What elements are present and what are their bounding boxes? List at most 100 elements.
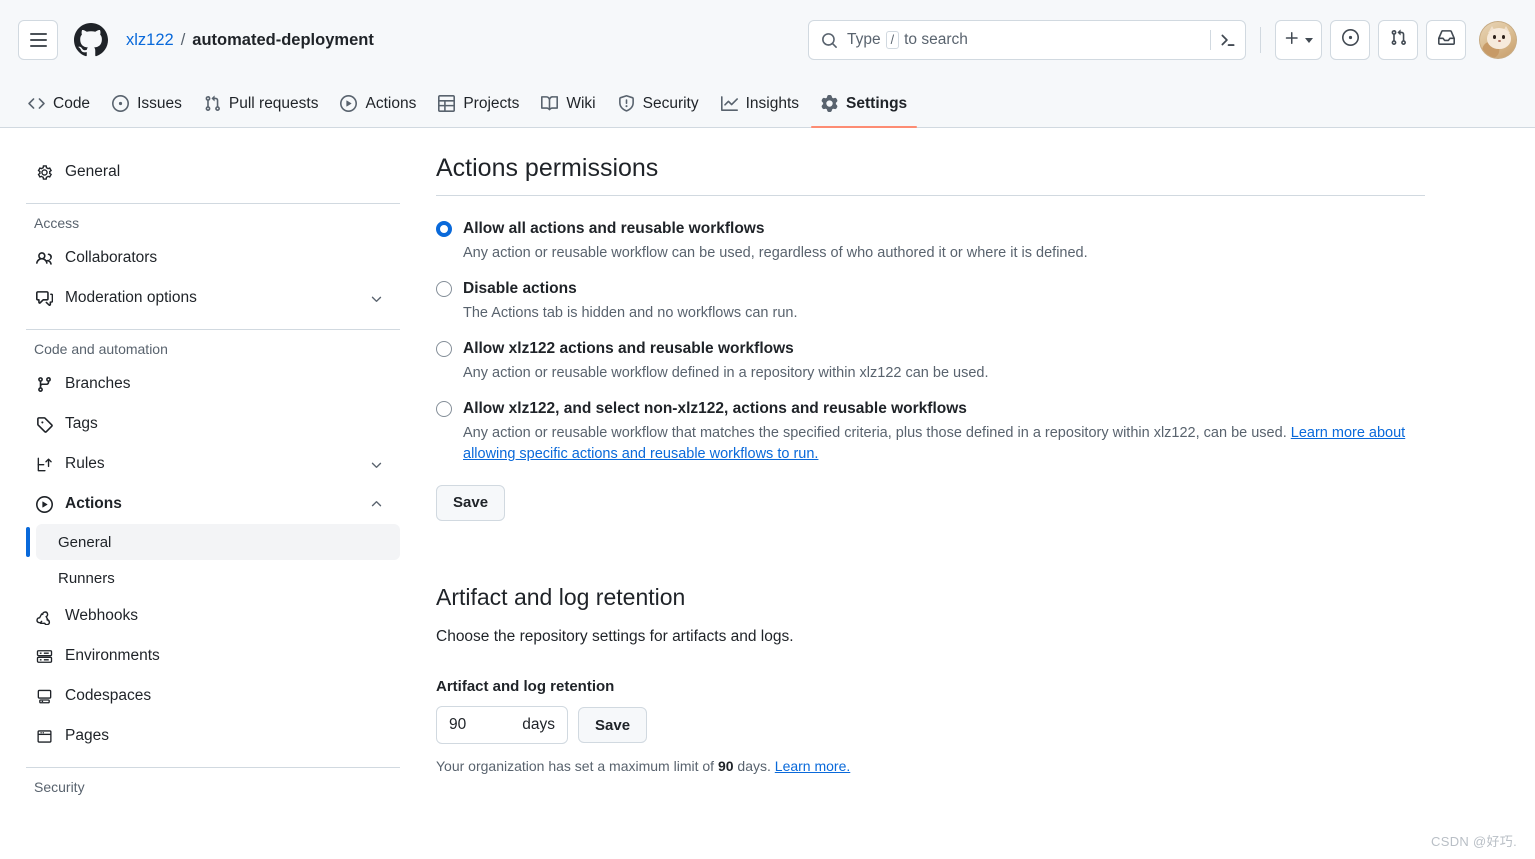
tab-actions[interactable]: Actions xyxy=(330,80,426,127)
breadcrumb-repo[interactable]: automated-deployment xyxy=(192,31,374,50)
radio-allow-select-label: Allow xlz122, and select non-xlz122, act… xyxy=(463,399,967,417)
table-icon xyxy=(438,95,456,112)
settings-sidebar: General Access Collaborators Moderation … xyxy=(0,152,400,858)
permission-option-disable[interactable]: Disable actions xyxy=(436,278,1425,300)
sidebar-item-branches[interactable]: Branches xyxy=(26,364,400,404)
tab-security[interactable]: Security xyxy=(608,80,709,127)
tab-issues[interactable]: Issues xyxy=(102,80,192,127)
retention-note: Your organization has set a maximum limi… xyxy=(436,756,1425,776)
radio-disable-actions-label: Disable actions xyxy=(463,279,577,297)
play-icon xyxy=(340,95,358,112)
terminal-icon[interactable] xyxy=(1219,31,1237,49)
issue-opened-icon xyxy=(1341,29,1359,51)
radio-disable-actions-description: The Actions tab is hidden and no workflo… xyxy=(463,304,798,321)
tab-insights[interactable]: Insights xyxy=(711,80,809,127)
sidebar-item-actions[interactable]: Actions xyxy=(26,484,400,524)
repository-nav: Code Issues Pull requests Actions Projec… xyxy=(0,80,1535,128)
chevron-down-icon xyxy=(1305,37,1313,43)
pull-requests-button[interactable] xyxy=(1378,20,1418,60)
tab-wiki-label: Wiki xyxy=(566,94,596,112)
sidebar-item-pages-label: Pages xyxy=(65,727,109,744)
sidebar-item-webhooks-label: Webhooks xyxy=(65,607,138,624)
retention-days-input[interactable]: 90 days xyxy=(436,706,568,745)
github-logo-icon[interactable] xyxy=(74,23,108,57)
sidebar-item-webhooks[interactable]: Webhooks xyxy=(26,596,400,636)
sidebar-item-codespaces[interactable]: Codespaces xyxy=(26,676,400,716)
search-input[interactable]: Type / to search xyxy=(808,20,1246,60)
inbox-icon xyxy=(1437,29,1455,51)
page-title: Actions permissions xyxy=(436,154,659,182)
retention-learn-more-link[interactable]: Learn more. xyxy=(775,758,850,774)
watermark: CSDN @好巧. xyxy=(1431,834,1517,849)
permission-option-allow-select[interactable]: Allow xlz122, and select non-xlz122, act… xyxy=(436,398,1425,420)
gear-icon xyxy=(34,164,54,181)
radio-allow-owner[interactable] xyxy=(436,340,452,357)
sidebar-item-moderation-options-label: Moderation options xyxy=(65,289,197,306)
search-slash-key: / xyxy=(885,31,900,49)
play-icon xyxy=(34,495,54,513)
git-pull-request-icon xyxy=(204,95,221,112)
tab-settings[interactable]: Settings xyxy=(811,80,918,128)
sidebar-subitem-actions-runners-label: Runners xyxy=(58,569,115,587)
retention-note-prefix: Your organization has set a maximum limi… xyxy=(436,758,718,775)
gear-icon xyxy=(821,95,838,112)
save-permissions-button[interactable]: Save xyxy=(436,484,506,521)
main-content: Actions permissions Allow all actions an… xyxy=(400,152,1535,858)
issues-button[interactable] xyxy=(1330,20,1370,60)
permission-option-allow-all[interactable]: Allow all actions and reusable workflows xyxy=(436,218,1425,240)
book-icon xyxy=(541,95,559,112)
sidebar-item-rules[interactable]: Rules xyxy=(26,444,400,484)
tab-projects[interactable]: Projects xyxy=(428,80,529,127)
retention-title: Artifact and log retention xyxy=(436,583,686,610)
sidebar-subitem-actions-general-label: General xyxy=(58,533,112,551)
sidebar-divider xyxy=(26,203,400,204)
tab-wiki[interactable]: Wiki xyxy=(531,80,605,127)
save-retention-button[interactable]: Save xyxy=(578,707,648,744)
avatar-eye-right xyxy=(1502,35,1506,39)
chevron-up-icon xyxy=(369,497,384,512)
retention-row: 90 days Save xyxy=(436,706,1425,745)
search-icon xyxy=(821,32,838,49)
tab-code[interactable]: Code xyxy=(18,80,100,127)
tab-security-label: Security xyxy=(642,94,699,112)
hamburger-icon[interactable] xyxy=(18,20,58,60)
notifications-button[interactable] xyxy=(1426,20,1466,60)
sidebar-subitem-actions-general[interactable]: General xyxy=(26,524,400,560)
avatar-eye-left xyxy=(1493,35,1497,39)
sidebar-item-general[interactable]: General xyxy=(26,152,400,192)
tab-insights-label: Insights xyxy=(745,94,800,112)
graph-icon xyxy=(720,95,738,112)
sidebar-item-collaborators-label: Collaborators xyxy=(65,249,158,266)
sidebar-item-branches-label: Branches xyxy=(65,375,131,392)
user-avatar[interactable] xyxy=(1479,21,1517,59)
radio-allow-owner-description: Any action or reusable workflow defined … xyxy=(463,364,989,381)
sidebar-item-environments[interactable]: Environments xyxy=(26,636,400,676)
tab-pull-requests[interactable]: Pull requests xyxy=(194,80,329,127)
sidebar-divider xyxy=(26,767,400,768)
retention-days-unit: days xyxy=(522,716,555,734)
radio-allow-select-description: Any action or reusable workflow that mat… xyxy=(463,423,1423,465)
permission-option-allow-owner[interactable]: Allow xlz122 actions and reusable workfl… xyxy=(436,338,1425,360)
sidebar-group-access-title: Access xyxy=(34,215,80,231)
breadcrumb-owner[interactable]: xlz122 xyxy=(126,31,174,50)
title-divider xyxy=(436,194,1425,196)
radio-allow-select[interactable] xyxy=(436,400,452,417)
tab-settings-label: Settings xyxy=(846,94,908,112)
browser-icon xyxy=(34,728,54,745)
radio-allow-all[interactable] xyxy=(436,220,452,237)
sidebar-item-collaborators[interactable]: Collaborators xyxy=(26,238,400,278)
sidebar-item-moderation-options[interactable]: Moderation options xyxy=(26,278,400,318)
people-icon xyxy=(34,250,54,267)
shield-icon xyxy=(618,95,635,112)
header-actions: Type / to search xyxy=(808,20,1517,60)
sidebar-item-rules-label: Rules xyxy=(65,455,105,472)
sidebar-divider xyxy=(26,329,400,330)
search-placeholder: Type / to search xyxy=(847,31,1210,49)
create-new-button[interactable] xyxy=(1275,20,1322,60)
sidebar-item-pages[interactable]: Pages xyxy=(26,716,400,756)
sidebar-item-tags[interactable]: Tags xyxy=(26,404,400,444)
radio-disable-actions[interactable] xyxy=(436,280,452,297)
sidebar-item-actions-label: Actions xyxy=(65,495,122,512)
sidebar-subitem-actions-runners[interactable]: Runners xyxy=(36,560,400,596)
